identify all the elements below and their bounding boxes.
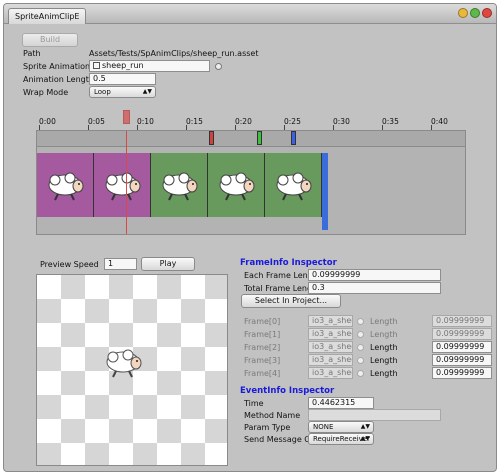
dropdown-arrow-icon: ▲▼	[142, 88, 152, 95]
dropdown-arrow-icon: ▲▼	[360, 423, 370, 430]
preview-speed-label: Preview Speed	[40, 260, 99, 269]
frame-object-picker-icon[interactable]	[357, 331, 364, 338]
sheep-sprite	[105, 172, 141, 201]
total-frame-length-label: Total Frame Leng	[244, 284, 313, 293]
event-marker[interactable]	[209, 131, 214, 145]
method-name-label: Method Name	[244, 411, 301, 420]
sheep-sprite	[276, 172, 312, 201]
event-marker[interactable]	[291, 131, 296, 145]
close-button[interactable]	[482, 8, 492, 18]
animation-length-label: Animation Length	[23, 75, 94, 84]
sheep-sprite	[162, 172, 198, 201]
event-lane[interactable]	[37, 131, 465, 147]
sprite-animation-label: Sprite Animation	[23, 62, 91, 71]
ruler-tick-label: 0:25	[284, 117, 301, 126]
ruler-tick-label: 0:05	[88, 117, 105, 126]
sprite-animation-value: sheep_run	[102, 61, 144, 70]
frame-length-label: Length	[370, 330, 398, 339]
ruler-tick-label: 0:15	[186, 117, 203, 126]
param-type-value: NONE	[313, 423, 334, 431]
frame-sprite-ref-field[interactable]: io3_a_shee	[308, 315, 353, 327]
frame-label: Frame[1]	[244, 330, 281, 339]
timeline-frame[interactable]	[151, 153, 208, 217]
param-type-dropdown[interactable]: NONE ▲▼	[308, 421, 374, 433]
frame-label: Frame[3]	[244, 356, 281, 365]
method-name-field[interactable]	[308, 409, 441, 421]
object-picker-icon[interactable]	[215, 63, 222, 70]
frame-length-label: Length	[370, 356, 398, 365]
frame-length-label: Length	[370, 343, 398, 352]
playhead-handle[interactable]	[123, 110, 130, 124]
frame-length-field[interactable]: 0.09999999	[432, 341, 492, 353]
frame-label: Frame[4]	[244, 369, 281, 378]
frame-length-field[interactable]: 0.09999999	[432, 354, 492, 366]
play-button[interactable]: Play	[141, 257, 195, 271]
frame-length-label: Length	[370, 369, 398, 378]
timeline-frame[interactable]	[265, 153, 322, 217]
frame-object-picker-icon[interactable]	[357, 344, 364, 351]
frame-object-picker-icon[interactable]	[357, 318, 364, 325]
frame-length-field[interactable]: 0.09999999	[432, 328, 492, 340]
playhead-line	[126, 131, 127, 234]
ruler-tick-label: 0:20	[235, 117, 252, 126]
eventinfo-inspector-header: EventInfo Inspector	[240, 386, 335, 396]
animation-length-field[interactable]: 0.5	[89, 73, 156, 85]
title-bar: SpriteAnimClipE	[4, 4, 496, 24]
frame-label: Frame[0]	[244, 317, 281, 326]
frame-label: Frame[2]	[244, 343, 281, 352]
wrap-mode-dropdown[interactable]: Loop ▲▼	[89, 86, 156, 98]
timeline-frame[interactable]	[208, 153, 265, 217]
send-message-options-dropdown[interactable]: RequireReceiver ▲▼	[308, 433, 374, 445]
sheep-sprite	[219, 172, 255, 201]
event-marker[interactable]	[257, 131, 262, 145]
frame-sprite-ref-field[interactable]: io3_a_shee	[308, 328, 353, 340]
dropdown-arrow-icon: ▲▼	[360, 435, 370, 442]
ruler-tick-label: 0:30	[333, 117, 350, 126]
sprite-animation-object-icon	[93, 62, 100, 69]
zoom-button[interactable]	[470, 8, 480, 18]
path-label: Path	[23, 49, 41, 58]
sprite-anim-clip-editor-window: SpriteAnimClipE Build Path Assets/Tests/…	[3, 3, 497, 472]
frameinfo-inspector-header: FrameInfo Inspector	[240, 258, 337, 268]
frame-length-field[interactable]: 0.09999999	[432, 367, 492, 379]
timeline-ruler[interactable]: 0:00 0:05 0:10 0:15 0:20 0:25 0:30 0:35 0:40	[36, 110, 466, 130]
window-tab[interactable]: SpriteAnimClipE	[8, 8, 87, 24]
sprite-animation-field[interactable]: sheep_run	[89, 60, 210, 72]
frame-sprite-ref-field[interactable]: io3_a_shee	[308, 367, 353, 379]
wrap-mode-value: Loop	[94, 88, 111, 96]
select-in-project-button[interactable]: Select In Project...	[241, 294, 341, 308]
sheep-sprite	[48, 172, 84, 201]
each-frame-length-field[interactable]: 0.09999999	[308, 269, 441, 281]
build-button[interactable]: Build	[22, 33, 78, 47]
time-field[interactable]: 0.4462315	[308, 397, 374, 409]
timeline-track[interactable]	[36, 130, 466, 235]
preview-speed-field[interactable]: 1	[104, 258, 137, 270]
frame-length-label: Length	[370, 317, 398, 326]
frame-sprite-ref-field[interactable]: io3_a_shee	[308, 354, 353, 366]
ruler-tick-label: 0:35	[382, 117, 399, 126]
param-type-label: Param Type	[244, 423, 291, 432]
ruler-tick-label: 0:40	[431, 117, 448, 126]
send-message-options-label: Send Message Op	[244, 435, 316, 444]
ruler-tick-label: 0:10	[137, 117, 154, 126]
frame-sprite-ref-field[interactable]: io3_a_shee	[308, 341, 353, 353]
path-value: Assets/Tests/SpAnimClips/sheep_run.asset	[89, 49, 259, 58]
clip-end-marker[interactable]	[322, 153, 328, 230]
time-label: Time	[244, 399, 264, 408]
total-frame-length-field[interactable]: 0.3	[308, 282, 441, 294]
frame-object-picker-icon[interactable]	[357, 357, 364, 364]
each-frame-length-label: Each Frame Lengt	[244, 271, 316, 280]
preview-canvas	[36, 274, 228, 466]
frame-object-picker-icon[interactable]	[357, 370, 364, 377]
minimize-button[interactable]	[458, 8, 468, 18]
ruler-tick-label: 0:00	[39, 117, 56, 126]
preview-sheep-sprite	[106, 349, 142, 378]
wrap-mode-label: Wrap Mode	[23, 88, 69, 97]
timeline-frame[interactable]	[37, 153, 94, 217]
timeline-frame[interactable]	[94, 153, 151, 217]
frame-length-field[interactable]: 0.09999999	[432, 315, 492, 327]
